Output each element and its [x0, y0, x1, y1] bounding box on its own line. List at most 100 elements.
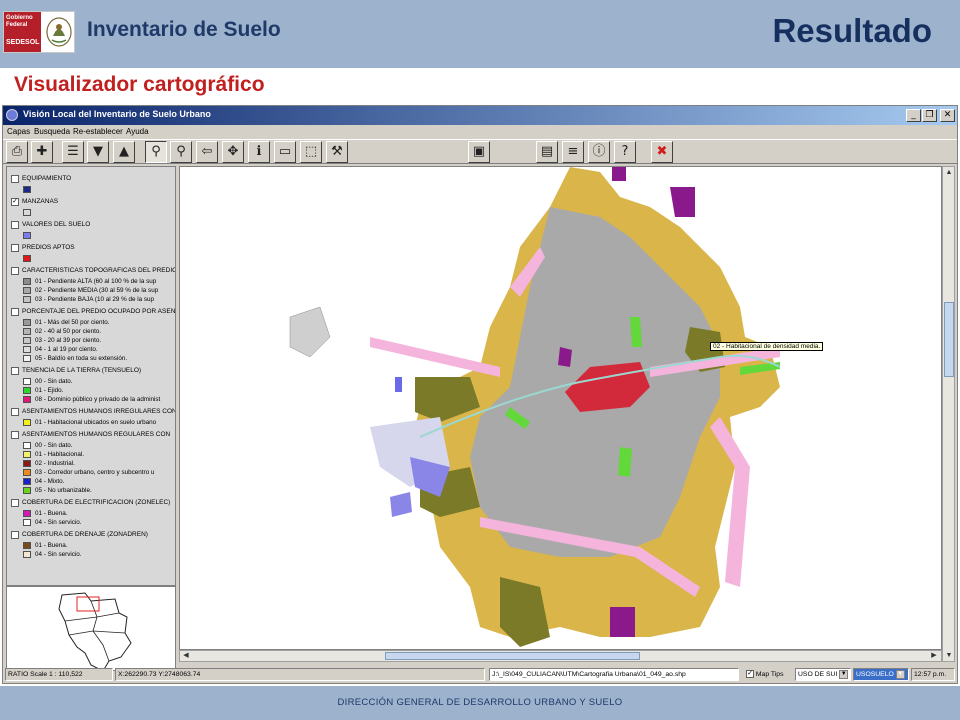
identify-icon[interactable]: ℹ — [248, 141, 270, 163]
legend-item: 01 - Buena. — [11, 505, 175, 518]
zoom-in-icon[interactable]: ⚲ — [145, 141, 167, 163]
legend-group: PREDIOS APTOS — [11, 239, 175, 263]
zoom-out-icon[interactable]: ⚲ — [170, 141, 192, 163]
print-icon[interactable]: ⎙ — [6, 141, 28, 163]
slide-footer: DIRECCIÓN GENERAL DE DESARROLLO URBANO Y… — [0, 686, 960, 720]
footer-text: DIRECCIÓN GENERAL DE DESARROLLO URBANO Y… — [337, 697, 623, 708]
help-icon[interactable]: ? — [614, 141, 636, 163]
sedesol-logo: Gobierno Federal SEDESOL — [3, 11, 75, 53]
scroll-left-icon[interactable]: ◀ — [181, 651, 191, 661]
scroll-right-icon[interactable]: ▶ — [929, 651, 939, 661]
legend-item: 03 - Corredor urbano, centro y subcentro… — [11, 464, 175, 477]
maximize-button[interactable]: ❐ — [922, 109, 937, 122]
clock-readout: 12:57 p.m. — [911, 668, 955, 681]
map-tooltip: 02 - Habitacional de densidad media. — [710, 342, 824, 351]
layer-checkbox[interactable] — [11, 498, 19, 507]
legend-item — [11, 250, 175, 263]
layer-checkbox[interactable] — [11, 430, 19, 439]
scroll-up-icon[interactable]: ▲ — [944, 168, 954, 178]
map-tips-toggle[interactable]: ✓ Map Tips — [743, 668, 795, 681]
select-icon[interactable]: ⬚ — [300, 141, 322, 163]
save-icon[interactable]: ▣ — [468, 141, 490, 163]
map-tips-checkbox[interactable]: ✓ — [746, 670, 754, 679]
legend-group: COBERTURA DE ELECTRIFICACION (ZONELEC) 01… — [11, 494, 175, 527]
report-icon[interactable]: ▤ — [536, 141, 558, 163]
field-select-1[interactable]: USO DE SUI ▼ — [795, 668, 851, 681]
layer-title: PORCENTAJE DEL PREDIO OCUPADO POR ASENTA… — [22, 308, 176, 316]
legend-item: 04 - 1 al 19 por ciento. — [11, 341, 175, 354]
logo-text-sedesol: SEDESOL — [6, 39, 40, 46]
menu-capas[interactable]: Capas — [7, 127, 30, 136]
info-doc-icon[interactable]: ⓘ — [588, 141, 610, 163]
add-layer-icon[interactable]: ✚ — [31, 141, 53, 163]
legend-item: 01 - Ejido. — [11, 382, 175, 395]
legend-group: COBERTURA DE DRENAJE (ZONADREN) 01 - Buen… — [11, 526, 175, 559]
menu-re-establecer[interactable]: Re-establecer — [73, 127, 123, 136]
layer-title: VALORES DEL SUELO — [22, 221, 91, 229]
pan-icon[interactable]: ✥ — [222, 141, 244, 163]
legend-item: 01 - Habitacional ubicados en suelo urba… — [11, 414, 175, 427]
layer-checkbox[interactable] — [11, 174, 19, 183]
logo-red-block: Gobierno Federal SEDESOL — [4, 12, 41, 52]
mexico-seal-icon — [46, 17, 72, 47]
layer-title: MANZANAS — [22, 198, 59, 206]
layer-down-icon[interactable]: ▼ — [87, 141, 109, 163]
layer-checkbox[interactable] — [11, 407, 19, 416]
header-title: Resultado — [772, 12, 932, 49]
legend-item — [11, 204, 175, 217]
layer-title: TENENCIA DE LA TIERRA (TENSUELO) — [22, 367, 142, 375]
legend-item: 08 - Dominio público y privado de la adm… — [11, 391, 175, 404]
legend-item-label: 04 - Sin servicio. — [35, 551, 82, 559]
map-vertical-scrollbar[interactable]: ▲ ▼ — [942, 166, 955, 662]
legend-group: ASENTAMIENTOS HUMANOS IRREGULARES CON 01 … — [11, 403, 175, 427]
field-select-2[interactable]: USOSUELO ▼ — [853, 668, 909, 681]
layer-checkbox[interactable] — [11, 243, 19, 252]
layer-title: EQUIPAMIENTO — [22, 175, 72, 183]
legend-group-header: COBERTURA DE ELECTRIFICACION (ZONELEC) — [11, 494, 175, 507]
layer-title: COBERTURA DE DRENAJE (ZONADREN) — [22, 531, 148, 539]
legend-group-header: ASENTAMIENTOS HUMANOS REGULARES CON — [11, 426, 175, 439]
horizontal-scroll-thumb[interactable] — [385, 652, 640, 660]
layer-checkbox[interactable] — [11, 366, 19, 375]
overview-map[interactable] — [6, 586, 176, 671]
back-icon[interactable]: ⇦ — [196, 141, 218, 163]
menu-busqueda[interactable]: Busqueda — [34, 127, 70, 136]
legend-group: VALORES DEL SUELO — [11, 216, 175, 240]
layer-path-readout: J:\_IS\049_CULIACAN\UTM\Cartografia Urba… — [489, 668, 739, 681]
section-title: Visualizador cartográfico — [14, 73, 265, 96]
scroll-down-icon[interactable]: ▼ — [944, 651, 954, 661]
vertical-scroll-thumb[interactable] — [944, 302, 954, 377]
legend-item: 05 - Baldío en toda su extensión. — [11, 350, 175, 363]
table-icon[interactable]: ☰ — [62, 141, 84, 163]
legend-group-header: ✓ MANZANAS — [11, 193, 175, 206]
measure-icon[interactable]: ▭ — [274, 141, 296, 163]
legend-group: ✓ MANZANAS — [11, 193, 175, 217]
legend-group-header: EQUIPAMIENTO — [11, 170, 175, 183]
legend-item: 01 - Habitacional. — [11, 446, 175, 459]
close-window-button[interactable]: ✕ — [940, 109, 955, 122]
layer-checkbox[interactable] — [11, 220, 19, 229]
layer-checkbox[interactable] — [11, 530, 19, 539]
legend-item: 02 - 40 al 50 por ciento. — [11, 323, 175, 336]
layer-checkbox[interactable] — [11, 266, 19, 275]
minimize-button[interactable]: _ — [906, 109, 921, 122]
legend-group: ASENTAMIENTOS HUMANOS REGULARES CON 00 - … — [11, 426, 175, 495]
chevron-down-icon[interactable]: ▼ — [895, 670, 905, 679]
legend-swatch — [23, 551, 31, 559]
legend-group: EQUIPAMIENTO — [11, 170, 175, 194]
legend-item: 00 - Sin dato. — [11, 437, 175, 450]
menu-ayuda[interactable]: Ayuda — [126, 127, 149, 136]
layer-checkbox[interactable]: ✓ — [11, 197, 19, 206]
legend-item: 00 - Sin dato. — [11, 373, 175, 386]
header-subtitle: Inventario de Suelo — [87, 18, 281, 41]
chevron-down-icon[interactable]: ▼ — [839, 670, 849, 679]
close-red-icon[interactable]: ✖ — [651, 141, 673, 163]
map-horizontal-scrollbar[interactable]: ◀ ▶ — [179, 650, 942, 662]
layer-checkbox[interactable] — [11, 307, 19, 316]
tool-icon[interactable]: ⚒ — [326, 141, 348, 163]
layer-up-icon[interactable]: ▲ — [113, 141, 135, 163]
app-titlebar[interactable]: Visión Local del Inventario de Suelo Urb… — [3, 106, 957, 125]
main-map-canvas[interactable]: 02 - Habitacional de densidad media. — [179, 166, 942, 650]
legend-item: 05 - No urbanizable. — [11, 482, 175, 495]
info-stack-icon[interactable]: ≡ — [562, 141, 584, 163]
